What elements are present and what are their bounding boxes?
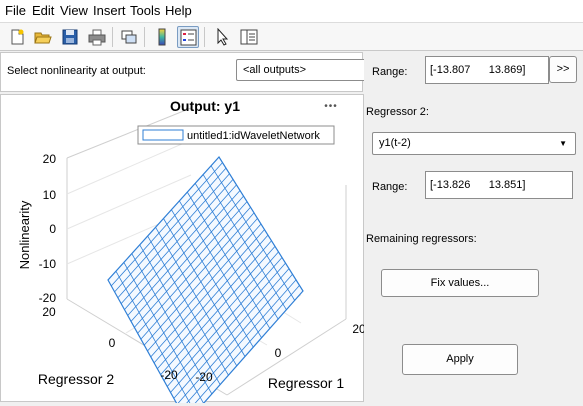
y-tick: -20: [160, 368, 178, 382]
surface-outline: [107, 156, 304, 406]
chevron-down-icon: ▼: [559, 139, 567, 148]
plot-panel: Output: y1 ••• untitled1:idWaveletNetwor…: [0, 94, 366, 406]
more-options-icon[interactable]: •••: [324, 101, 338, 112]
regressor-panel: Range: [-13.807 13.869] >> Regressor 2: …: [364, 52, 583, 402]
fix-values-button[interactable]: Fix values...: [381, 269, 539, 297]
legend-icon[interactable]: [177, 26, 199, 48]
range2-label: Range:: [372, 181, 408, 193]
z-axis-label: Nonlinearity: [17, 200, 32, 269]
remaining-regressors-label: Remaining regressors:: [366, 233, 477, 245]
menu-edit[interactable]: Edit: [32, 3, 54, 18]
range1-label: Range:: [372, 66, 408, 78]
open-folder-icon[interactable]: [32, 26, 54, 48]
pointer-icon[interactable]: [212, 26, 234, 48]
nonlinearity-selector-bar: Select nonlinearity at output: <all outp…: [0, 52, 366, 92]
z-tick: 0: [49, 222, 56, 236]
toolbar-separator: [144, 27, 145, 47]
range1-expand-button[interactable]: >>: [549, 56, 577, 83]
output-select[interactable]: <all outputs>: [236, 59, 366, 81]
x-tick: -20: [195, 370, 213, 384]
regressor2-value: y1(t-2): [379, 137, 411, 149]
x-tick: 0: [275, 346, 282, 360]
z-tick: -20: [39, 291, 57, 305]
legend[interactable]: untitled1:idWaveletNetwork: [137, 125, 335, 145]
toolbar-separator: [112, 27, 113, 47]
property-editor-icon[interactable]: [238, 26, 260, 48]
regressor2-label: Regressor 2:: [366, 106, 429, 118]
range1-field[interactable]: [-13.807 13.869]: [425, 56, 549, 84]
print-icon[interactable]: [86, 26, 108, 48]
y-tick: 20: [42, 305, 56, 319]
toolbar: [0, 23, 583, 51]
plot-title: Output: y1: [170, 98, 240, 114]
save-icon[interactable]: [59, 26, 81, 48]
apply-button[interactable]: Apply: [402, 344, 518, 375]
z-tick: 20: [43, 152, 57, 166]
toolbar-separator: [204, 27, 205, 47]
menu-tools[interactable]: Tools: [130, 3, 160, 18]
y-axis-label: Regressor 2: [38, 371, 114, 387]
regressor2-select[interactable]: y1(t-2) ▼: [372, 132, 576, 155]
nonlinearity-label: Select nonlinearity at output:: [7, 65, 146, 77]
link-plot-icon[interactable]: [118, 26, 140, 48]
menu-bar: File Edit View Insert Tools Help: [0, 0, 583, 23]
menu-insert[interactable]: Insert: [93, 3, 126, 18]
menu-file[interactable]: File: [5, 3, 26, 18]
legend-label: untitled1:idWaveletNetwork: [187, 130, 320, 142]
z-tick-labels: 20 10 0 -10 -20: [39, 152, 57, 305]
menu-help[interactable]: Help: [165, 3, 192, 18]
surface-mesh: [107, 156, 304, 406]
x-axis-label: Regressor 1: [268, 375, 344, 391]
colorbar-icon[interactable]: [151, 26, 173, 48]
menu-view[interactable]: View: [60, 3, 88, 18]
new-file-icon[interactable]: [6, 26, 28, 48]
range2-field[interactable]: [-13.826 13.851]: [425, 171, 573, 199]
z-tick: -10: [39, 257, 57, 271]
z-tick: 10: [43, 188, 57, 202]
surface-plot[interactable]: Output: y1 ••• untitled1:idWaveletNetwor…: [1, 95, 366, 406]
y-tick: 0: [109, 336, 116, 350]
